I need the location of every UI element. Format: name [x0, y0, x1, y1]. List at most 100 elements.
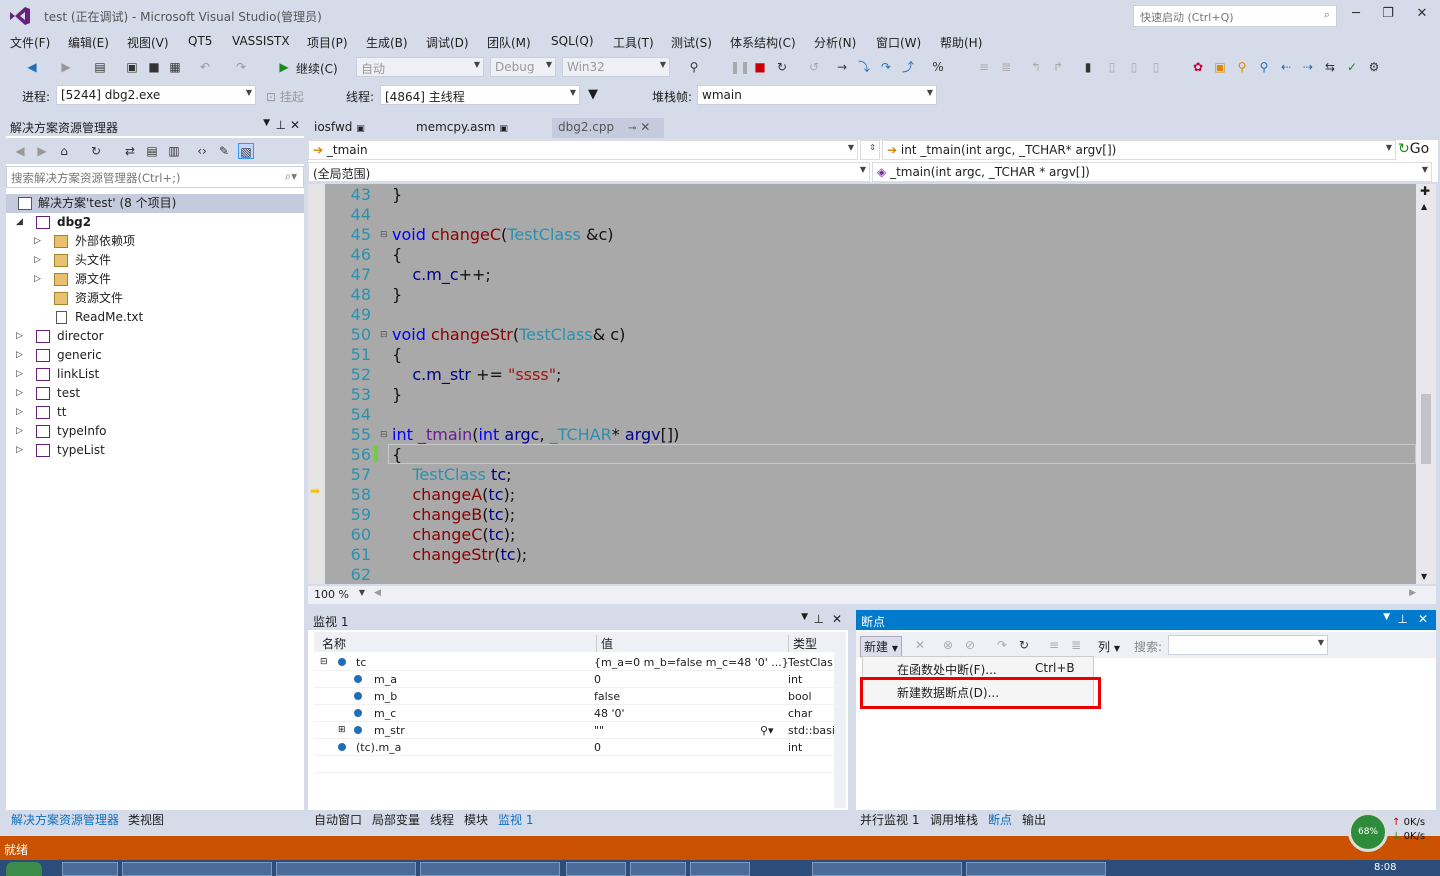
- menu-qt5[interactable]: QT5: [188, 34, 212, 48]
- member-combo[interactable]: ◈ _tmain(int argc, _TCHAR * argv[]) ▼: [872, 162, 1432, 182]
- collapsed-arrow-icon[interactable]: ▷: [16, 403, 23, 422]
- step-over2-icon[interactable]: ↷: [878, 59, 894, 75]
- step-into-icon[interactable]: ⤵: [856, 59, 872, 75]
- collapsed-arrow-icon[interactable]: ▷: [16, 384, 23, 403]
- tab-iosfwd[interactable]: iosfwd ▣: [308, 118, 371, 138]
- menu-build[interactable]: 生成(B): [366, 34, 408, 51]
- attach-icon[interactable]: ⚲: [686, 59, 702, 75]
- collapsed-arrow-icon[interactable]: ▷: [16, 441, 23, 460]
- new-project-icon[interactable]: ▤: [92, 59, 108, 75]
- close-icon[interactable]: ✕: [1418, 612, 1428, 626]
- collapse-toggle-icon[interactable]: ⊟: [380, 330, 388, 340]
- menu-test[interactable]: 测试(S): [671, 34, 712, 51]
- function-combo[interactable]: ➔ _tmain ▼: [308, 140, 858, 160]
- menu-file[interactable]: 文件(F): [10, 34, 50, 51]
- next-bookmark-icon[interactable]: ▯: [1126, 59, 1142, 75]
- taskbar-app5-icon[interactable]: [966, 862, 1106, 876]
- menu-architecture[interactable]: 体系结构(C): [730, 34, 796, 51]
- new-breakpoint-button[interactable]: 新建 ▼: [860, 636, 902, 657]
- pin-icon[interactable]: ⊥: [814, 612, 824, 626]
- close-window-button[interactable]: ✕: [1410, 6, 1434, 24]
- restart-icon[interactable]: ↻: [774, 59, 790, 75]
- hex-icon[interactable]: %: [930, 59, 946, 75]
- redo-icon[interactable]: ↷: [233, 59, 249, 75]
- show-all-icon[interactable]: ▥: [166, 143, 182, 159]
- maximize-button[interactable]: ❐: [1376, 6, 1400, 24]
- taskbar-app4-icon[interactable]: [812, 862, 962, 876]
- vax-find-icon[interactable]: ⚲: [1234, 59, 1250, 75]
- go-button[interactable]: ↻Go: [1398, 141, 1429, 157]
- tab-solution-explorer[interactable]: 解决方案资源管理器: [11, 811, 119, 828]
- continue-button[interactable]: 继续(C): [296, 60, 338, 77]
- collapsed-arrow-icon[interactable]: ▷: [16, 422, 23, 441]
- menu-edit[interactable]: 编辑(E): [68, 34, 109, 51]
- pin-icon[interactable]: ⊥: [1398, 612, 1408, 626]
- menu-help[interactable]: 帮助(H): [940, 34, 982, 51]
- menu-analyze[interactable]: 分析(N): [814, 34, 856, 51]
- scroll-right-icon[interactable]: ▶: [1409, 588, 1416, 598]
- platform-combo[interactable]: Win32 ▼: [562, 57, 670, 77]
- tree-project-test[interactable]: ▷ test: [6, 384, 304, 403]
- filter-icon[interactable]: ▼: [588, 87, 598, 102]
- home-icon[interactable]: ⌂: [56, 143, 72, 159]
- column-value[interactable]: 值: [596, 635, 613, 652]
- tab-memcpy-asm[interactable]: memcpy.asm ▣: [410, 118, 514, 138]
- continue-icon[interactable]: ▶: [276, 59, 292, 75]
- column-type[interactable]: 类型: [788, 635, 817, 652]
- columns-button[interactable]: 列 ▼: [1098, 638, 1120, 655]
- pin-icon[interactable]: ⊥: [276, 118, 286, 132]
- tab-call-stack[interactable]: 调用堆栈: [930, 811, 978, 828]
- import-icon[interactable]: ≡: [1046, 637, 1062, 653]
- tree-folder-sources[interactable]: ▷ 源文件: [6, 270, 304, 289]
- tab-output[interactable]: 输出: [1022, 811, 1046, 828]
- scroll-left-icon[interactable]: ◀: [374, 588, 381, 598]
- vax-back-icon[interactable]: ⇠: [1278, 59, 1294, 75]
- scroll-up-icon[interactable]: ▲: [1421, 202, 1427, 211]
- back-icon[interactable]: ◀: [12, 143, 28, 159]
- stop-icon[interactable]: ■: [752, 59, 768, 75]
- preview-icon[interactable]: ▧: [238, 143, 254, 159]
- tree-project-tt[interactable]: ▷ tt: [6, 403, 304, 422]
- tree-file-readme[interactable]: ReadMe.txt: [6, 308, 304, 327]
- watch-row[interactable]: ⊟ tc {m_a=0 m_b=false m_c=48 '0' ...} TestC…: [314, 654, 840, 671]
- watch-row[interactable]: m_b false bool: [314, 688, 840, 705]
- collapsed-arrow-icon[interactable]: ▷: [34, 270, 41, 289]
- tab-parallel-watch[interactable]: 并行监视 1: [860, 811, 919, 828]
- delete-all-icon[interactable]: ⊗: [940, 637, 956, 653]
- menu-vassistx[interactable]: VASSISTX: [232, 34, 290, 48]
- delete-icon[interactable]: ✕: [912, 637, 928, 653]
- watch-scrollbar[interactable]: [834, 632, 846, 808]
- thread-combo[interactable]: [4864] 主线程 ▼: [380, 85, 580, 105]
- breakpoint-gutter[interactable]: [308, 184, 325, 584]
- save-icon[interactable]: ■: [146, 59, 162, 75]
- tree-folder-resources[interactable]: 资源文件: [6, 289, 304, 308]
- collapse-icon[interactable]: ⊟: [320, 654, 328, 671]
- magnifier-icon[interactable]: ⚲▾: [760, 722, 774, 739]
- expanded-arrow-icon[interactable]: ◢: [16, 213, 23, 232]
- uncomment-icon[interactable]: ≣: [998, 59, 1014, 75]
- tree-project-generic[interactable]: ▷ generic: [6, 346, 304, 365]
- solution-search-input[interactable]: 搜索解决方案资源管理器(Ctrl+;) ⌕▾: [6, 166, 304, 188]
- collapsed-arrow-icon[interactable]: ▷: [16, 346, 23, 365]
- tab-threads[interactable]: 线程: [430, 811, 454, 828]
- comment-icon[interactable]: ≡: [976, 59, 992, 75]
- collapsed-arrow-icon[interactable]: ▷: [34, 251, 41, 270]
- nav-back-icon[interactable]: ↰: [1028, 59, 1044, 75]
- panel-menu-icon[interactable]: ▼: [1383, 612, 1390, 622]
- scope-combo[interactable]: (全局范围) ▼: [308, 162, 870, 182]
- sync-icon[interactable]: ⇄: [122, 143, 138, 159]
- collapse-icon[interactable]: ▤: [144, 143, 160, 159]
- network-monitor-gauge[interactable]: 68%: [1348, 812, 1388, 852]
- undo-icon[interactable]: ↶: [197, 59, 213, 75]
- expand-icon[interactable]: ⊞: [338, 722, 346, 739]
- process-combo[interactable]: [5244] dbg2.exe ▼: [56, 85, 256, 105]
- vax-forward-icon[interactable]: ⇢: [1300, 59, 1316, 75]
- step-out-icon[interactable]: ⤴: [900, 59, 916, 75]
- back-icon[interactable]: ◀: [24, 59, 40, 75]
- taskbar-visual-studio-icon[interactable]: [276, 862, 416, 876]
- vax-refs-icon[interactable]: ⇆: [1322, 59, 1338, 75]
- taskbar-app2-icon[interactable]: [630, 862, 686, 876]
- taskbar-visual-studio2-icon[interactable]: [420, 862, 560, 876]
- forward-icon[interactable]: ▶: [58, 59, 74, 75]
- tree-folder-headers[interactable]: ▷ 头文件: [6, 251, 304, 270]
